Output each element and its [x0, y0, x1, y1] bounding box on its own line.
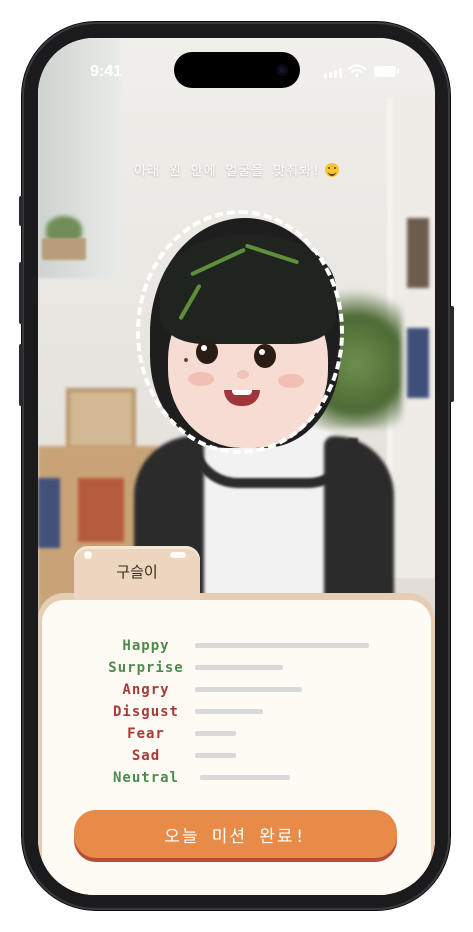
volume-up-button	[19, 262, 23, 324]
emotion-level-bar-neutral	[200, 775, 290, 780]
front-camera	[276, 64, 288, 76]
emotion-level-bar-disgust	[195, 709, 263, 714]
wifi-icon	[348, 64, 366, 78]
power-button	[450, 306, 454, 402]
volume-down-button	[19, 344, 23, 406]
action-button	[19, 196, 23, 226]
emotion-level-bar-sad	[195, 753, 236, 758]
smile-emoji-icon	[324, 163, 339, 177]
emotion-level-bar-surprise	[195, 665, 283, 670]
screen: 9:41 아래 원 안에 얼굴을 맞춰봐! 구슬이 Happy Surprise…	[38, 38, 435, 895]
emotion-bar-list	[38, 635, 435, 789]
instruction-text: 아래 원 안에 얼굴을 맞춰봐!	[134, 164, 321, 179]
battery-icon	[374, 66, 399, 77]
face-instruction: 아래 원 안에 얼굴을 맞춰봐!	[38, 160, 435, 179]
profile-name: 구슬이	[116, 563, 158, 581]
cellular-signal-icon	[324, 68, 342, 78]
status-time: 9:41	[90, 63, 123, 80]
emotion-level-bar-fear	[195, 731, 236, 736]
profile-name-tab: 구슬이	[74, 546, 200, 602]
mission-complete-button[interactable]: 오늘 미션 완료!	[74, 810, 397, 858]
emotion-level-bar-happy	[195, 643, 369, 648]
emotion-level-bar-angry	[195, 687, 302, 692]
face-guide-oval	[136, 210, 344, 454]
dynamic-island	[174, 52, 300, 88]
